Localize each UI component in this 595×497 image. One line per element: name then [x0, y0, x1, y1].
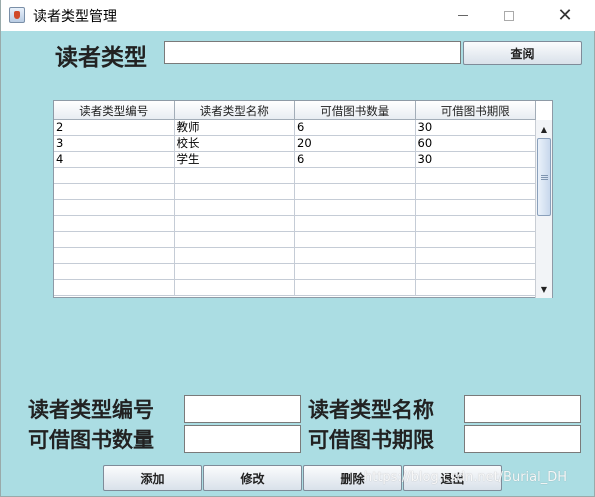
table-cell[interactable] [175, 200, 295, 216]
search-label: 读者类型 [55, 44, 147, 71]
table-row[interactable] [54, 264, 536, 280]
table-cell[interactable] [54, 216, 175, 232]
table-scrollbar[interactable]: ▲ ▼ [535, 120, 552, 298]
borrow-count-input[interactable] [184, 425, 301, 453]
table-cell[interactable] [175, 216, 295, 232]
query-button[interactable]: 查阅 [463, 41, 582, 65]
table-cell[interactable] [416, 264, 536, 280]
table-row[interactable] [54, 200, 536, 216]
table-row[interactable] [54, 248, 536, 264]
table-cell[interactable]: 教师 [175, 120, 295, 136]
type-id-input[interactable] [184, 395, 301, 423]
table-cell[interactable]: 20 [295, 136, 416, 152]
table-cell[interactable] [54, 280, 175, 296]
table-cell[interactable] [416, 232, 536, 248]
table-cell[interactable] [295, 168, 416, 184]
table-cell[interactable] [175, 184, 295, 200]
column-header-borrow-days[interactable]: 可借图书期限 [416, 101, 536, 120]
table-cell[interactable] [416, 184, 536, 200]
minimize-button[interactable] [440, 0, 486, 31]
table-cell[interactable] [175, 248, 295, 264]
table-cell[interactable]: 30 [416, 120, 536, 136]
table-cell[interactable]: 6 [295, 120, 416, 136]
scroll-up-icon[interactable]: ▲ [536, 121, 552, 137]
table-cell[interactable] [295, 280, 416, 296]
table-cell[interactable]: 30 [416, 152, 536, 168]
table-cell[interactable] [175, 264, 295, 280]
close-button[interactable]: ✕ [542, 0, 588, 31]
close-icon: ✕ [557, 4, 573, 26]
table-cell[interactable] [175, 168, 295, 184]
borrow-days-label: 可借图书期限 [308, 427, 434, 452]
borrow-days-input[interactable] [464, 425, 581, 453]
table-cell[interactable]: 学生 [175, 152, 295, 168]
type-name-input[interactable] [464, 395, 581, 423]
table-row[interactable]: 2 教师 6 30 [54, 120, 536, 136]
table-row[interactable] [54, 168, 536, 184]
table-cell[interactable] [295, 216, 416, 232]
table-cell[interactable] [295, 248, 416, 264]
table-row[interactable] [54, 184, 536, 200]
table-cell[interactable]: 6 [295, 152, 416, 168]
title-bar[interactable]: 读者类型管理 ✕ [1, 0, 595, 31]
table-cell[interactable]: 60 [416, 136, 536, 152]
type-name-label: 读者类型名称 [308, 397, 434, 422]
table-cell[interactable] [295, 184, 416, 200]
scroll-thumb[interactable] [537, 138, 551, 216]
table-cell[interactable]: 3 [54, 136, 175, 152]
table-cell[interactable] [175, 232, 295, 248]
search-input[interactable] [164, 41, 461, 64]
scroll-down-icon[interactable]: ▼ [536, 281, 552, 297]
java-cup-icon [9, 7, 25, 23]
table-cell[interactable] [416, 280, 536, 296]
table-cell[interactable] [416, 216, 536, 232]
type-id-label: 读者类型编号 [28, 397, 154, 422]
edit-button[interactable]: 修改 [203, 465, 302, 491]
minimize-icon [458, 15, 468, 16]
table-cell[interactable] [54, 264, 175, 280]
table-cell[interactable] [54, 184, 175, 200]
maximize-icon [504, 10, 514, 21]
table-cell[interactable] [54, 232, 175, 248]
table-cell[interactable] [54, 200, 175, 216]
table-cell[interactable] [295, 200, 416, 216]
table-cell[interactable]: 校长 [175, 136, 295, 152]
table-cell[interactable] [295, 232, 416, 248]
table-row[interactable]: 4 学生 6 30 [54, 152, 536, 168]
table-row[interactable]: 3 校长 20 60 [54, 136, 536, 152]
table-row[interactable] [54, 280, 536, 296]
table-cell[interactable] [54, 248, 175, 264]
grip-icon [541, 175, 548, 180]
column-header-borrow-count[interactable]: 可借图书数量 [295, 101, 416, 120]
table-cell[interactable] [416, 168, 536, 184]
table-cell[interactable] [416, 248, 536, 264]
table-body: 2 教师 6 30 3 校长 20 60 4 学生 6 30 [54, 120, 536, 298]
column-header-type-name[interactable]: 读者类型名称 [175, 101, 295, 120]
column-header-type-id[interactable]: 读者类型编号 [54, 101, 175, 120]
table-cell[interactable]: 4 [54, 152, 175, 168]
reader-type-window: 读者类型管理 ✕ 读者类型 查阅 读者类型编号 读者类型名称 可借图书数量 可借… [0, 0, 595, 497]
table-header: 读者类型编号 读者类型名称 可借图书数量 可借图书期限 [54, 101, 536, 120]
borrow-count-label: 可借图书数量 [28, 427, 154, 452]
reader-type-table: 读者类型编号 读者类型名称 可借图书数量 可借图书期限 2 教师 6 30 3 … [53, 100, 553, 298]
table-cell[interactable] [54, 168, 175, 184]
table-cell[interactable] [416, 200, 536, 216]
table-row[interactable] [54, 216, 536, 232]
table-cell[interactable]: 2 [54, 120, 175, 136]
table-row[interactable] [54, 232, 536, 248]
watermark-text: https://blog.csdn.net/Burial_DH [364, 470, 568, 485]
table-cell[interactable] [295, 264, 416, 280]
maximize-button[interactable] [486, 0, 532, 31]
add-button[interactable]: 添加 [103, 465, 202, 491]
window-title: 读者类型管理 [33, 9, 117, 25]
table-cell[interactable] [175, 280, 295, 296]
